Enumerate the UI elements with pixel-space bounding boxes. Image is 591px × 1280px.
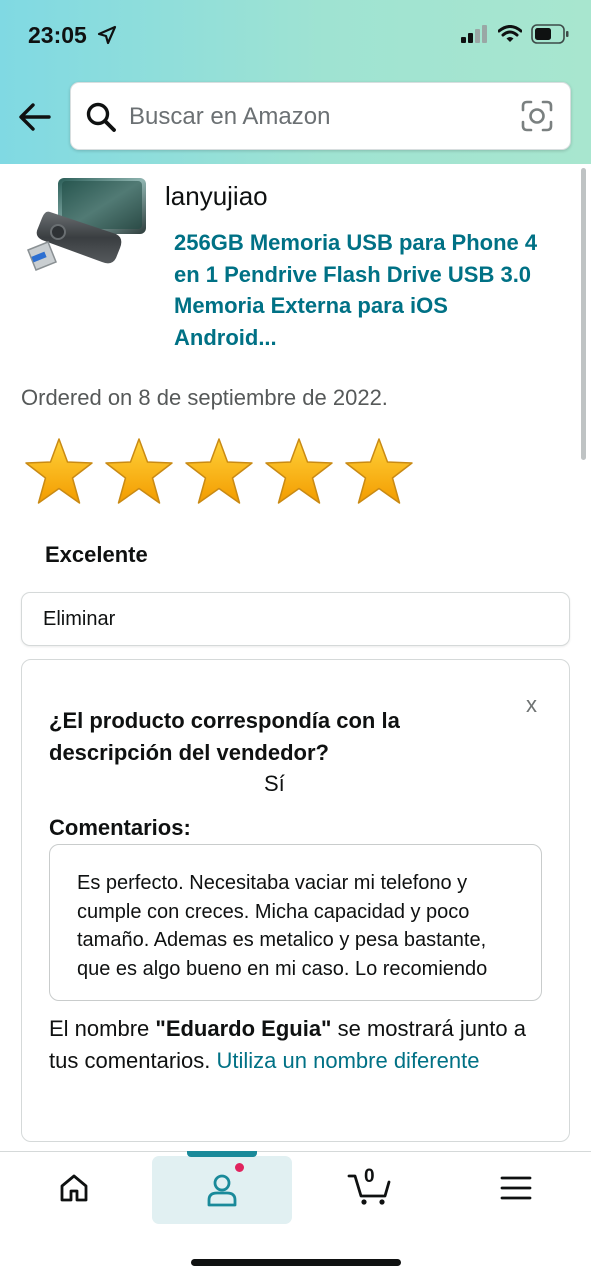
comment-textarea[interactable]: Es perfecto. Necesitaba vaciar mi telefo…: [49, 844, 542, 1001]
star-icon-5[interactable]: [344, 436, 414, 508]
cart-count: 0: [364, 1166, 375, 1187]
location-arrow-icon: [98, 25, 117, 45]
back-arrow-icon[interactable]: [16, 98, 56, 138]
camera-scan-icon[interactable]: [520, 99, 554, 133]
cellular-signal-icon: [461, 25, 487, 43]
search-input[interactable]: [129, 97, 509, 137]
battery-icon: [531, 24, 569, 44]
product-title-link[interactable]: 256GB Memoria USB para Phone 4 en 1 Pend…: [174, 227, 544, 353]
seller-description-question: ¿El producto correspondía con la descrip…: [49, 708, 400, 765]
scrollbar[interactable]: [581, 168, 586, 460]
close-card-button[interactable]: x: [526, 692, 537, 718]
menu-icon: [500, 1176, 532, 1200]
comments-label: Comentarios:: [49, 815, 191, 840]
home-icon: [60, 1174, 88, 1202]
name-note-prefix: El nombre: [49, 1016, 156, 1041]
seller-name: lanyujiao: [165, 181, 268, 211]
star-icon-1[interactable]: [24, 436, 94, 508]
status-time-text: 23:05: [28, 22, 87, 48]
nav-account[interactable]: [152, 1156, 292, 1224]
display-name: "Eduardo Eguia": [155, 1016, 332, 1041]
status-time: 23:05: [28, 22, 117, 49]
status-icons: [461, 24, 569, 44]
header: 23:05: [0, 0, 591, 164]
order-date: Ordered on 8 de septiembre de 2022.: [21, 385, 388, 410]
star-rating[interactable]: [24, 436, 414, 508]
notification-dot: [233, 1161, 246, 1174]
star-icon-3[interactable]: [184, 436, 254, 508]
star-icon-4[interactable]: [264, 436, 334, 508]
search-box[interactable]: [70, 82, 571, 150]
product-image[interactable]: [20, 176, 148, 286]
rating-label: Excelente: [45, 542, 148, 567]
home-indicator[interactable]: [191, 1259, 401, 1266]
search-icon: [86, 102, 116, 132]
eliminar-button[interactable]: Eliminar: [21, 592, 570, 646]
seller-description-answer[interactable]: Sí: [264, 771, 285, 797]
star-icon-2[interactable]: [104, 436, 174, 508]
change-name-link[interactable]: Utiliza un nombre diferente: [217, 1048, 480, 1073]
nav-cart[interactable]: [300, 1152, 440, 1224]
nav-menu[interactable]: [446, 1152, 586, 1224]
active-tab-indicator: [187, 1151, 257, 1157]
wifi-icon: [498, 25, 522, 42]
account-icon: [207, 1174, 237, 1207]
display-name-note: El nombre "Eduardo Eguia" se mostrará ju…: [49, 1013, 559, 1076]
nav-home[interactable]: [4, 1152, 144, 1224]
